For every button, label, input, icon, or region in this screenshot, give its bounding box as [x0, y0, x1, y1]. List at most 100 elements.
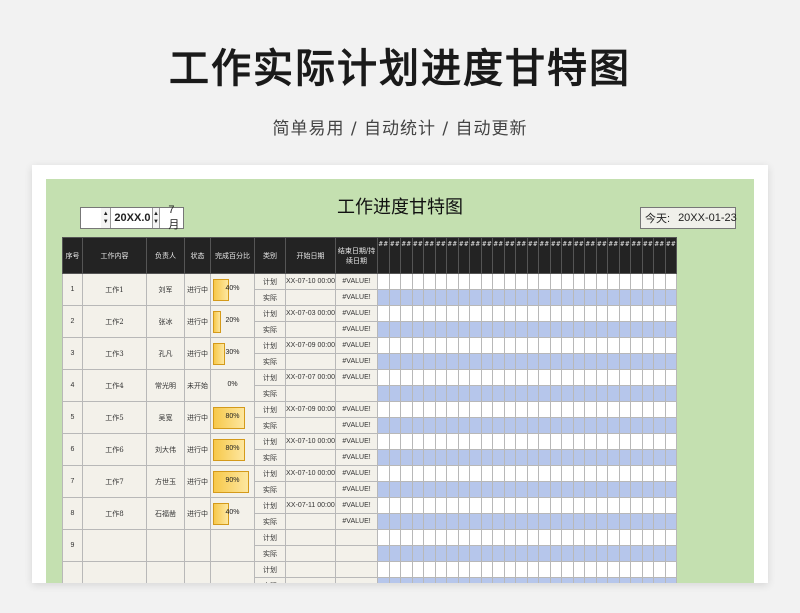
gantt-cell[interactable]	[561, 545, 574, 562]
gantt-cell[interactable]	[630, 401, 643, 418]
category-actual-cell[interactable]: 实际	[254, 577, 286, 583]
gantt-cell[interactable]	[515, 545, 528, 562]
gantt-cell[interactable]	[653, 545, 666, 562]
gantt-cell[interactable]	[411, 337, 425, 354]
gantt-cell[interactable]	[653, 321, 666, 338]
task-cell[interactable]: 工作5	[82, 401, 147, 434]
row-number-cell[interactable]: 3	[62, 337, 83, 370]
gantt-cell[interactable]	[446, 417, 459, 434]
gantt-cell[interactable]	[515, 369, 528, 386]
gantt-cell[interactable]	[446, 513, 459, 530]
gantt-cell[interactable]	[423, 497, 436, 514]
gantt-cell[interactable]	[664, 529, 678, 546]
gantt-cell[interactable]	[480, 337, 494, 354]
actual-end-cell[interactable]	[335, 577, 379, 583]
gantt-cell[interactable]	[538, 481, 551, 498]
gantt-cell[interactable]	[411, 385, 425, 402]
gantt-cell[interactable]	[377, 417, 390, 434]
gantt-cell[interactable]	[480, 481, 494, 498]
gantt-cell[interactable]	[492, 497, 505, 514]
gantt-cell[interactable]	[388, 401, 402, 418]
spin-up-icon[interactable]: ▲	[103, 210, 109, 218]
category-actual-cell[interactable]: 实际	[254, 417, 286, 434]
category-plan-cell[interactable]: 计划	[254, 433, 286, 450]
category-actual-cell[interactable]: 实际	[254, 289, 286, 306]
gantt-cell[interactable]	[434, 433, 448, 450]
gantt-cell[interactable]	[641, 369, 655, 386]
gantt-cell[interactable]	[434, 385, 448, 402]
gantt-cell[interactable]	[377, 273, 390, 290]
actual-end-cell[interactable]: #VALUE!	[335, 481, 379, 498]
gantt-cell[interactable]	[377, 353, 390, 370]
gantt-cell[interactable]	[549, 401, 563, 418]
gantt-cell[interactable]	[664, 417, 678, 434]
gantt-cell[interactable]	[503, 497, 517, 514]
gantt-cell[interactable]	[469, 449, 482, 466]
gantt-cell[interactable]	[457, 273, 471, 290]
gantt-cell[interactable]	[572, 529, 586, 546]
gantt-cell[interactable]	[607, 481, 620, 498]
gantt-cell[interactable]	[469, 273, 482, 290]
gantt-cell[interactable]	[572, 273, 586, 290]
gantt-cell[interactable]	[664, 481, 678, 498]
gantt-cell[interactable]	[549, 337, 563, 354]
percent-cell[interactable]: 80%	[210, 401, 255, 434]
gantt-cell[interactable]	[503, 401, 517, 418]
gantt-cell[interactable]	[434, 449, 448, 466]
gantt-cell[interactable]	[641, 289, 655, 306]
gantt-cell[interactable]	[377, 465, 390, 482]
task-cell[interactable]: 工作3	[82, 337, 147, 370]
gantt-cell[interactable]	[618, 577, 632, 583]
gantt-cell[interactable]	[515, 513, 528, 530]
percent-cell[interactable]: 40%	[210, 273, 255, 306]
task-cell[interactable]	[82, 561, 147, 583]
gantt-cell[interactable]	[400, 545, 413, 562]
gantt-cell[interactable]	[549, 481, 563, 498]
row-number-cell[interactable]: 8	[62, 497, 83, 530]
gantt-cell[interactable]	[457, 561, 471, 578]
gantt-cell[interactable]	[515, 305, 528, 322]
gantt-cell[interactable]	[457, 545, 471, 562]
gantt-cell[interactable]	[584, 417, 597, 434]
gantt-cell[interactable]	[595, 369, 609, 386]
gantt-cell[interactable]	[492, 577, 505, 583]
gantt-cell[interactable]	[423, 449, 436, 466]
gantt-cell[interactable]	[400, 497, 413, 514]
gantt-cell[interactable]	[457, 321, 471, 338]
gantt-cell[interactable]	[515, 481, 528, 498]
owner-cell[interactable]: 常光明	[146, 369, 185, 402]
gantt-cell[interactable]	[618, 417, 632, 434]
gantt-cell[interactable]	[618, 305, 632, 322]
gantt-cell[interactable]	[492, 529, 505, 546]
gantt-cell[interactable]	[572, 481, 586, 498]
gantt-cell[interactable]	[515, 561, 528, 578]
gantt-cell[interactable]	[423, 433, 436, 450]
gantt-cell[interactable]	[480, 561, 494, 578]
gantt-cell[interactable]	[572, 417, 586, 434]
gantt-cell[interactable]	[423, 481, 436, 498]
end-date-cell[interactable]: #VALUE!	[335, 401, 379, 418]
gantt-cell[interactable]	[377, 337, 390, 354]
gantt-cell[interactable]	[503, 385, 517, 402]
gantt-cell[interactable]	[388, 385, 402, 402]
category-plan-cell[interactable]: 计划	[254, 273, 286, 290]
actual-start-cell[interactable]	[284, 449, 337, 466]
gantt-cell[interactable]	[630, 433, 643, 450]
percent-cell[interactable]: 30%	[210, 337, 255, 370]
owner-cell[interactable]: 刘军	[146, 273, 185, 306]
gantt-cell[interactable]	[653, 561, 666, 578]
gantt-cell[interactable]	[503, 465, 517, 482]
gantt-cell[interactable]	[423, 465, 436, 482]
gantt-cell[interactable]	[400, 561, 413, 578]
gantt-cell[interactable]	[664, 289, 678, 306]
actual-end-cell[interactable]: #VALUE!	[335, 417, 379, 434]
gantt-cell[interactable]	[492, 513, 505, 530]
gantt-cell[interactable]	[480, 417, 494, 434]
gantt-cell[interactable]	[411, 497, 425, 514]
gantt-cell[interactable]	[503, 433, 517, 450]
owner-cell[interactable]: 吴宽	[146, 401, 185, 434]
gantt-cell[interactable]	[526, 481, 540, 498]
start-date-cell[interactable]	[284, 529, 337, 546]
gantt-cell[interactable]	[538, 305, 551, 322]
category-plan-cell[interactable]: 计划	[254, 401, 286, 418]
